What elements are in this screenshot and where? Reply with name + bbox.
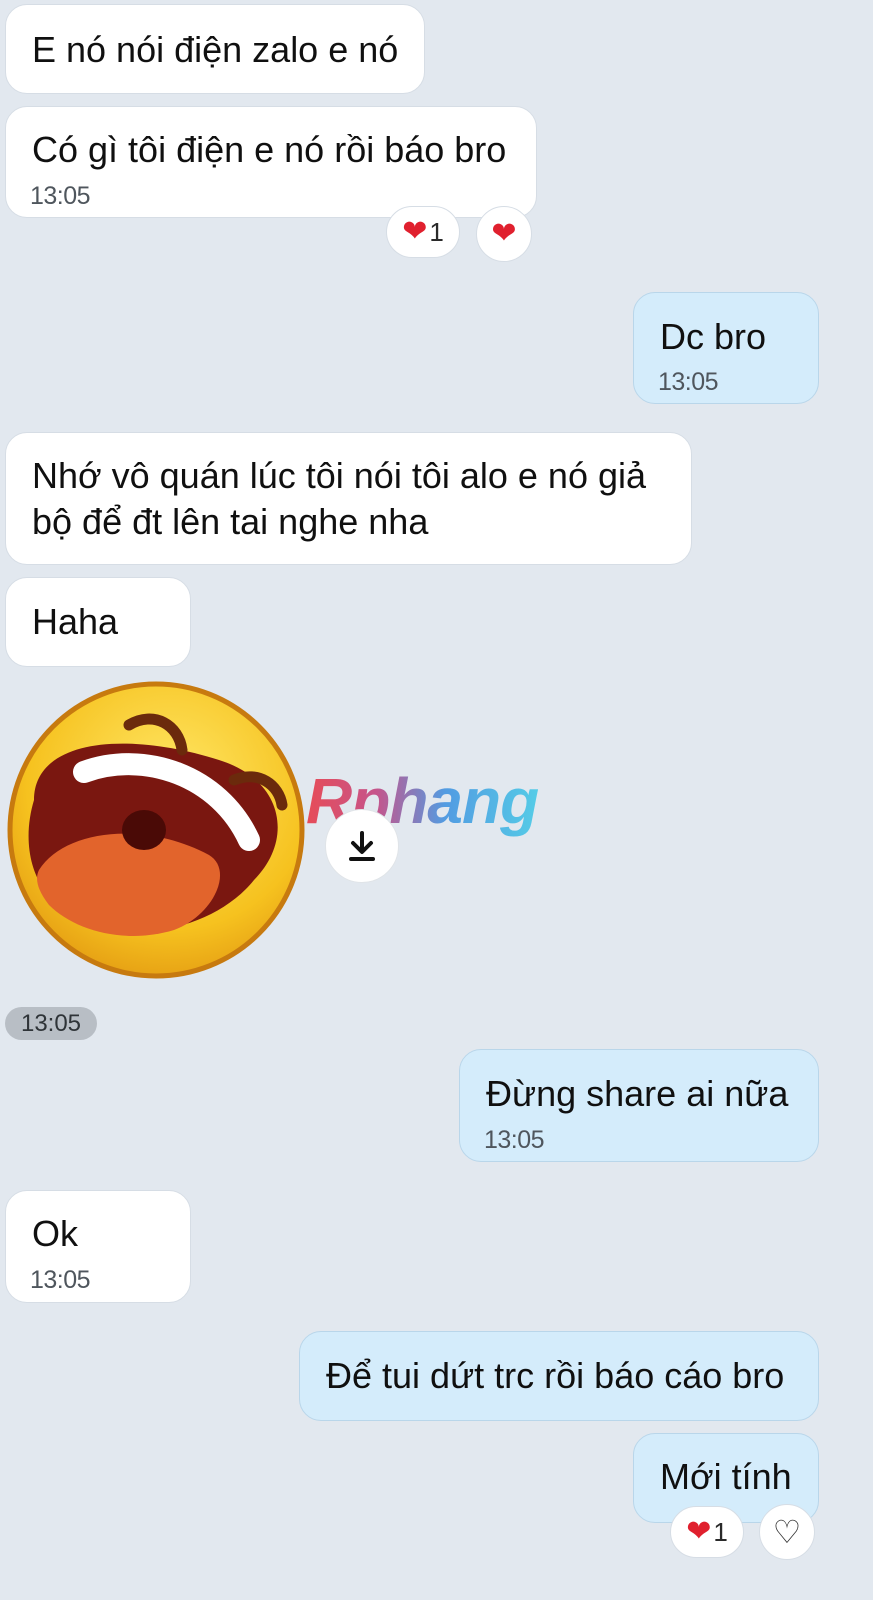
outgoing-message[interactable]: Dc bro 13:05 [633,292,819,404]
incoming-message[interactable]: Ok 13:05 [5,1190,191,1303]
reaction-count: 1 [713,1516,728,1547]
heart-outline-icon: ♡ [772,1514,802,1550]
message-text: Ok [32,1213,79,1254]
download-button[interactable] [325,809,399,883]
laughing-face-icon [7,681,305,979]
react-button[interactable]: ❤ [476,206,532,262]
message-text: Haha [32,601,119,642]
heart-reaction-icon: ❤ [686,1515,712,1548]
message-timestamp: 13:05 [484,1126,545,1154]
message-timestamp: 13:05 [30,182,91,210]
message-text-line-2: bộ để đt lên tai nghe nha [32,501,429,542]
reaction-count: 1 [429,216,444,247]
outgoing-message[interactable]: Đừng share ai nữa 13:05 [459,1049,819,1162]
outgoing-message[interactable]: Để tui dứt trc rồi báo cáo bro [299,1331,819,1421]
incoming-message[interactable]: Haha [5,577,191,667]
incoming-message[interactable]: E nó nói điện zalo e nó [5,4,425,94]
sticker-timestamp: 13:05 [5,1007,97,1040]
message-timestamp: 13:05 [30,1266,91,1294]
heart-reaction-icon: ❤ [402,215,428,248]
download-icon [349,831,375,861]
message-timestamp: 13:05 [658,368,719,396]
react-button[interactable]: ♡ [759,1504,815,1560]
reaction-summary[interactable]: ❤ 1 [670,1506,744,1558]
message-text-line-1: Nhớ vô quán lúc tôi nói tôi alo e nó giả [32,455,647,496]
reaction-summary[interactable]: ❤ 1 [386,206,460,258]
message-text: E nó nói điện zalo e nó [32,29,399,70]
message-text: Mới tính [660,1456,792,1497]
heart-icon: ❤ [491,217,517,250]
incoming-message[interactable]: Nhớ vô quán lúc tôi nói tôi alo e nó giả… [5,432,692,565]
incoming-message[interactable]: Có gì tôi điện e nó rồi báo bro 13:05 [5,106,537,218]
message-text: Dc bro [660,316,767,357]
message-text: Đừng share ai nữa [486,1073,789,1114]
message-text: Có gì tôi điện e nó rồi báo bro [32,129,507,170]
laughing-emoji-sticker[interactable] [4,680,308,980]
message-text: Để tui dứt trc rồi báo cáo bro [326,1355,785,1396]
